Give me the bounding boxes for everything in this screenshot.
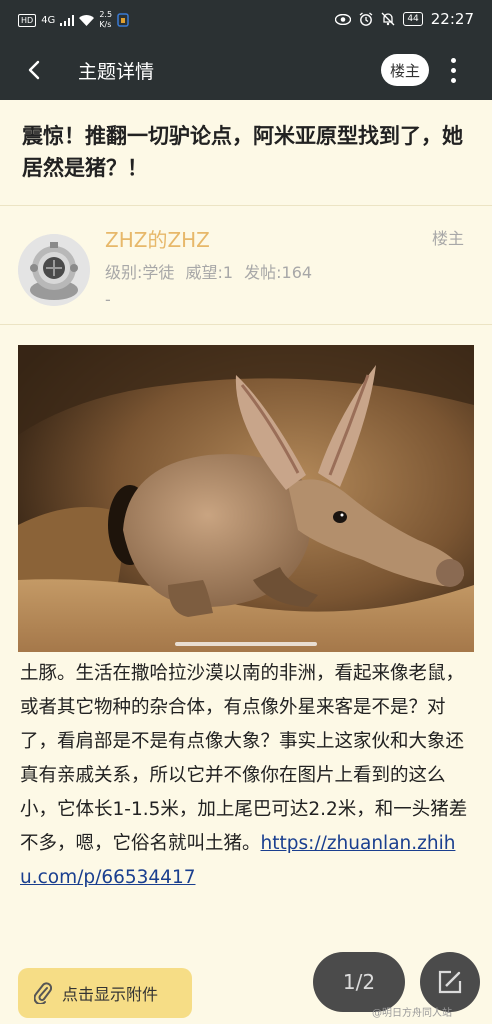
op-only-button[interactable]: 楼主 <box>381 54 429 86</box>
reply-button[interactable] <box>420 952 480 1012</box>
status-right: 44 22:27 <box>335 10 474 28</box>
mute-bell-icon <box>381 12 395 26</box>
app-bar: 主题详情 楼主 <box>0 40 492 100</box>
post-image[interactable] <box>18 345 474 652</box>
post-body: 土豚。生活在撒哈拉沙漠以南的非洲，看起来像老鼠，或者其它物种的杂合体，有点像外星… <box>20 657 472 895</box>
diving-helmet-avatar-icon <box>18 234 90 306</box>
author-divider <box>0 324 492 325</box>
show-attachments-button[interactable]: 点击显示附件 <box>18 968 192 1018</box>
watermark: @明日方舟同人站 <box>372 1008 452 1019</box>
clock-time: 22:27 <box>430 10 474 28</box>
alarm-icon <box>359 12 373 26</box>
net-speed-value: 2.5 <box>99 10 113 19</box>
battery-level: 44 <box>403 12 423 26</box>
status-left: HD 4G 2.5 K/s <box>18 10 129 30</box>
status-bar: HD 4G 2.5 K/s 44 22:27 <box>0 0 492 40</box>
more-vertical-icon <box>450 67 456 73</box>
net-speed-unit: K/s <box>99 20 112 29</box>
more-vertical-icon <box>450 57 456 63</box>
author-extra: - <box>105 290 111 309</box>
app-notification-icon <box>117 13 129 27</box>
edit-icon <box>438 970 462 994</box>
paperclip-icon <box>34 982 52 1004</box>
back-button[interactable] <box>18 54 50 86</box>
signal-icon <box>60 14 75 26</box>
page-indicator[interactable]: 1/2 <box>313 952 405 1012</box>
chevron-left-icon <box>28 60 40 80</box>
net-speed: 2.5 K/s <box>99 10 112 30</box>
author-name[interactable]: ZHZ的ZHZ <box>105 224 210 253</box>
page-title: 主题详情 <box>78 61 155 83</box>
author-avatar[interactable] <box>18 234 90 306</box>
post-text: 土豚。生活在撒哈拉沙漠以南的非洲，看起来像老鼠，或者其它物种的杂合体，有点像外星… <box>20 663 468 854</box>
wifi-icon <box>79 14 95 26</box>
topic-title: 震惊！推翻一切驴论点，阿米亚原型找到了，她居然是猪？！ <box>22 124 463 180</box>
author-stats: 级别:学徒 威望:1 发帖:164 <box>105 263 313 282</box>
title-divider <box>0 205 492 206</box>
network-type: 4G <box>41 14 56 26</box>
attach-label: 点击显示附件 <box>62 985 159 1004</box>
eye-icon <box>335 13 352 25</box>
hd-badge: HD <box>18 13 37 27</box>
more-vertical-icon <box>450 77 456 83</box>
image-scroll-handle[interactable] <box>175 642 317 646</box>
op-tag: 楼主 <box>432 229 465 248</box>
more-menu-button[interactable] <box>440 52 466 88</box>
aardvark-photo <box>18 345 474 652</box>
